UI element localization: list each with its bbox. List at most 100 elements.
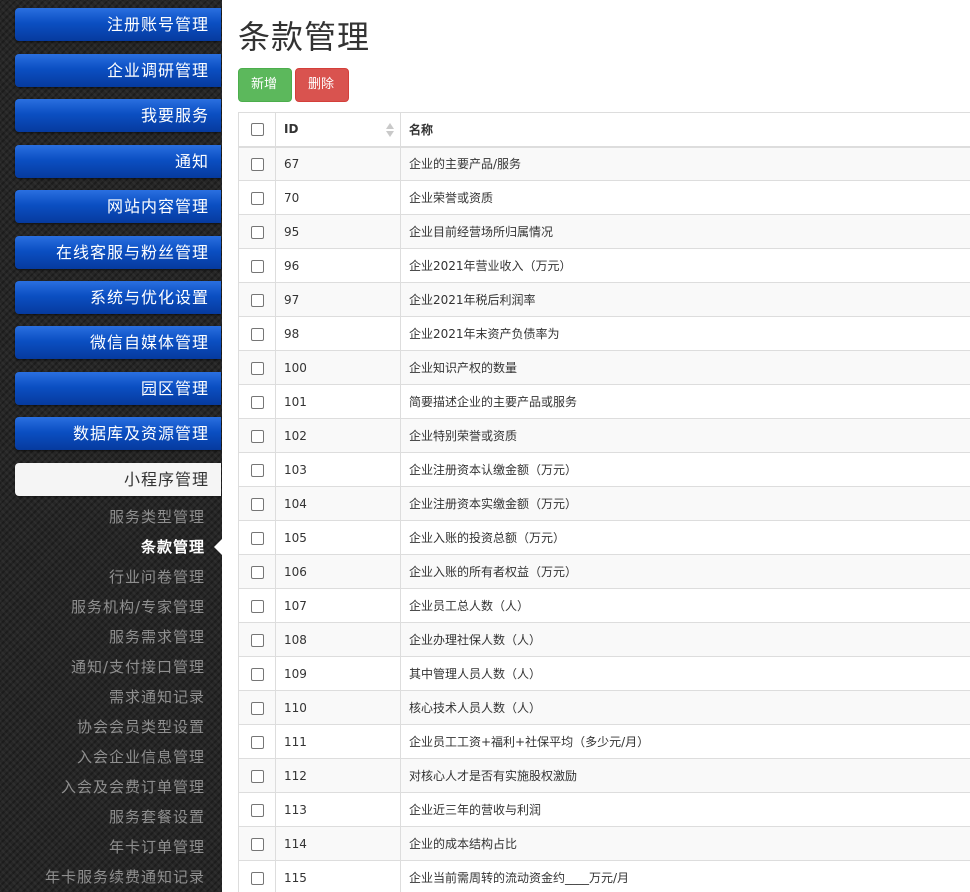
row-name: 企业的主要产品/服务 — [400, 146, 970, 181]
menu-register-accounts[interactable]: 注册账号管理 — [15, 8, 221, 41]
table-row[interactable]: 110 核心技术人员人数（人） — [238, 690, 970, 725]
table-row[interactable]: 97 企业2021年税后利润率 — [238, 282, 970, 317]
row-id: 70 — [275, 180, 401, 215]
row-checkbox[interactable] — [250, 429, 264, 443]
row-checkbox[interactable] — [250, 667, 264, 681]
submenu-service-experts[interactable]: 服务机构/专家管理 — [0, 592, 205, 622]
row-id: 100 — [275, 350, 401, 385]
submenu-fee-orders[interactable]: 入会及会费订单管理 — [0, 772, 205, 802]
submenu-member-companies[interactable]: 入会企业信息管理 — [0, 742, 205, 772]
row-checkbox[interactable] — [250, 463, 264, 477]
row-name: 企业入账的投资总额（万元） — [400, 520, 970, 555]
row-checkbox[interactable] — [250, 599, 264, 613]
table-header-row: ID 名称 — [238, 112, 970, 148]
row-check-cell — [238, 690, 276, 725]
table-row[interactable]: 112 对核心人才是否有实施股权激励 — [238, 758, 970, 793]
row-checkbox[interactable] — [250, 735, 264, 749]
submenu-service-packages[interactable]: 服务套餐设置 — [0, 802, 205, 832]
row-check-cell — [238, 350, 276, 385]
row-checkbox[interactable] — [250, 191, 264, 205]
row-checkbox[interactable] — [250, 395, 264, 409]
select-all-checkbox[interactable] — [250, 123, 264, 137]
menu-wechat-media[interactable]: 微信自媒体管理 — [15, 326, 221, 359]
table-row[interactable]: 104 企业注册资本实缴金额（万元） — [238, 486, 970, 521]
table-row[interactable]: 115 企业当前需周转的流动资金约____万元/月 — [238, 860, 970, 892]
menu-enterprise-research[interactable]: 企业调研管理 — [15, 54, 221, 87]
table-row[interactable]: 103 企业注册资本认缴金额（万元） — [238, 452, 970, 487]
row-checkbox[interactable] — [250, 871, 264, 885]
row-checkbox[interactable] — [250, 293, 264, 307]
row-checkbox[interactable] — [250, 633, 264, 647]
table-row[interactable]: 70 企业荣誉或资质 — [238, 180, 970, 215]
table-row[interactable]: 95 企业目前经营场所归属情况 — [238, 214, 970, 249]
table-row[interactable]: 100 企业知识产权的数量 — [238, 350, 970, 385]
submenu-industry-survey[interactable]: 行业问卷管理 — [0, 562, 205, 592]
row-name: 企业知识产权的数量 — [400, 350, 970, 385]
row-check-cell — [238, 724, 276, 759]
table-row[interactable]: 111 企业员工工资+福利+社保平均（多少元/月） — [238, 724, 970, 759]
submenu-demand-notify-log[interactable]: 需求通知记录 — [0, 682, 205, 712]
row-checkbox[interactable] — [250, 701, 264, 715]
table-row[interactable]: 114 企业的成本结构占比 — [238, 826, 970, 861]
table-row[interactable]: 98 企业2021年末资产负债率为 — [238, 316, 970, 351]
row-check-cell — [238, 418, 276, 453]
submenu-service-demand[interactable]: 服务需求管理 — [0, 622, 205, 652]
submenu-member-types[interactable]: 协会会员类型设置 — [0, 712, 205, 742]
row-name: 企业注册资本认缴金额（万元） — [400, 452, 970, 487]
table-row[interactable]: 107 企业员工总人数（人） — [238, 588, 970, 623]
table-row[interactable]: 105 企业入账的投资总额（万元） — [238, 520, 970, 555]
row-name: 简要描述企业的主要产品或服务 — [400, 384, 970, 419]
row-checkbox[interactable] — [250, 361, 264, 375]
menu-online-support[interactable]: 在线客服与粉丝管理 — [15, 236, 221, 269]
row-checkbox[interactable] — [250, 157, 264, 171]
menu-database-resources[interactable]: 数据库及资源管理 — [15, 417, 221, 450]
row-name: 对核心人才是否有实施股权激励 — [400, 758, 970, 793]
submenu-annual-card-orders[interactable]: 年卡订单管理 — [0, 832, 205, 862]
row-id: 98 — [275, 316, 401, 351]
row-checkbox[interactable] — [250, 837, 264, 851]
row-id: 95 — [275, 214, 401, 249]
submenu-terms[interactable]: 条款管理 — [0, 532, 205, 562]
add-button[interactable]: 新增 — [238, 68, 292, 102]
row-checkbox[interactable] — [250, 531, 264, 545]
menu-notifications[interactable]: 通知 — [15, 145, 221, 178]
row-id: 107 — [275, 588, 401, 623]
table-row[interactable]: 67 企业的主要产品/服务 — [238, 146, 970, 181]
row-id: 101 — [275, 384, 401, 419]
row-name: 企业员工工资+福利+社保平均（多少元/月） — [400, 724, 970, 759]
menu-site-content[interactable]: 网站内容管理 — [15, 190, 221, 223]
row-check-cell — [238, 214, 276, 249]
row-id: 102 — [275, 418, 401, 453]
row-checkbox[interactable] — [250, 259, 264, 273]
submenu-payment-api[interactable]: 通知/支付接口管理 — [0, 652, 205, 682]
submenu-renewal-notify-log[interactable]: 年卡服务续费通知记录 — [0, 862, 205, 892]
table-row[interactable]: 96 企业2021年营业收入（万元） — [238, 248, 970, 283]
terms-table: ID 名称 67 企业的主要产品/服务 70 企业荣誉或资质 95 企业目前经营场所归属情… — [238, 112, 970, 892]
table-row[interactable]: 109 其中管理人员人数（人） — [238, 656, 970, 691]
id-column-header[interactable]: ID — [275, 112, 401, 148]
row-checkbox[interactable] — [250, 497, 264, 511]
table-row[interactable]: 106 企业入账的所有者权益（万元） — [238, 554, 970, 589]
menu-my-services[interactable]: 我要服务 — [15, 99, 221, 132]
row-name: 企业2021年税后利润率 — [400, 282, 970, 317]
menu-mini-program[interactable]: 小程序管理 — [15, 463, 221, 496]
table-row[interactable]: 108 企业办理社保人数（人） — [238, 622, 970, 657]
delete-button[interactable]: 删除 — [295, 68, 349, 102]
table-row[interactable]: 101 简要描述企业的主要产品或服务 — [238, 384, 970, 419]
row-check-cell — [238, 452, 276, 487]
row-check-cell — [238, 520, 276, 555]
row-checkbox[interactable] — [250, 225, 264, 239]
row-name: 企业注册资本实缴金额（万元） — [400, 486, 970, 521]
submenu-service-types[interactable]: 服务类型管理 — [0, 502, 205, 532]
row-id: 105 — [275, 520, 401, 555]
menu-park-management[interactable]: 园区管理 — [15, 372, 221, 405]
menu-system-settings[interactable]: 系统与优化设置 — [15, 281, 221, 314]
sort-icon[interactable] — [386, 122, 394, 138]
table-row[interactable]: 102 企业特别荣誉或资质 — [238, 418, 970, 453]
table-row[interactable]: 113 企业近三年的营收与利润 — [238, 792, 970, 827]
row-checkbox[interactable] — [250, 769, 264, 783]
row-checkbox[interactable] — [250, 327, 264, 341]
row-checkbox[interactable] — [250, 565, 264, 579]
row-name: 企业员工总人数（人） — [400, 588, 970, 623]
row-checkbox[interactable] — [250, 803, 264, 817]
